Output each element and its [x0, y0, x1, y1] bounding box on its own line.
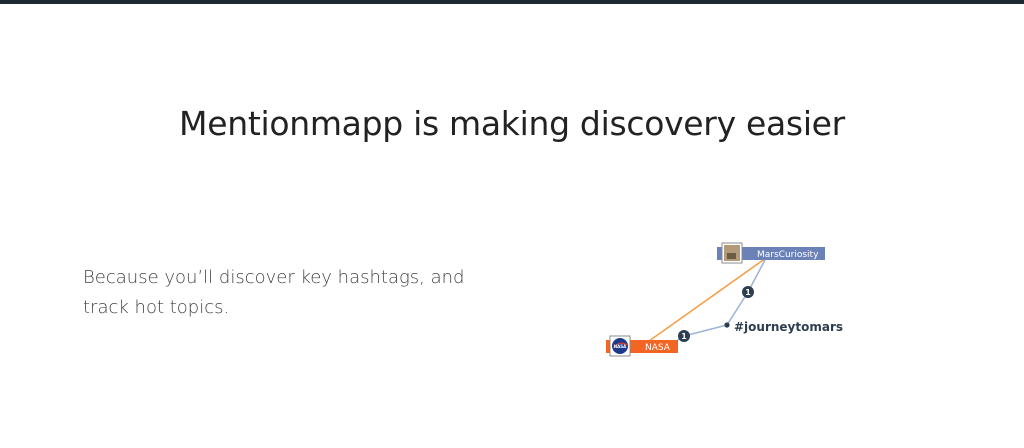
avatar-image-detail [727, 253, 736, 259]
count-badge-nasa: 1 [678, 330, 690, 342]
node-hashtag[interactable]: #journeytomars [724, 320, 843, 334]
count-badge-mars: 1 [742, 286, 754, 298]
node-nasa[interactable]: NASA NASA [606, 335, 678, 357]
nasa-logo-text: NASA [614, 344, 627, 349]
top-nav-bar [0, 0, 1024, 4]
count-badge-text: 1 [745, 288, 751, 297]
node-mars-curiosity[interactable]: MarsCuriosity [717, 242, 825, 264]
hashtag-dot [724, 322, 730, 328]
mention-graph[interactable]: MarsCuriosity 1 #journeytomars 1 NASA NA… [600, 236, 860, 366]
page-title: Mentionmapp is making discovery easier [179, 104, 845, 143]
mention-graph-svg: MarsCuriosity 1 #journeytomars 1 NASA NA… [606, 242, 843, 357]
count-badge-text: 1 [681, 332, 687, 341]
node-label-nasa: NASA [645, 343, 671, 353]
hashtag-label: #journeytomars [734, 320, 843, 334]
feature-description: Because you’ll discover key hashtags, an… [83, 267, 465, 318]
page: Mentionmapp is making discovery easier B… [0, 0, 1024, 448]
node-label-mars: MarsCuriosity [757, 250, 819, 260]
